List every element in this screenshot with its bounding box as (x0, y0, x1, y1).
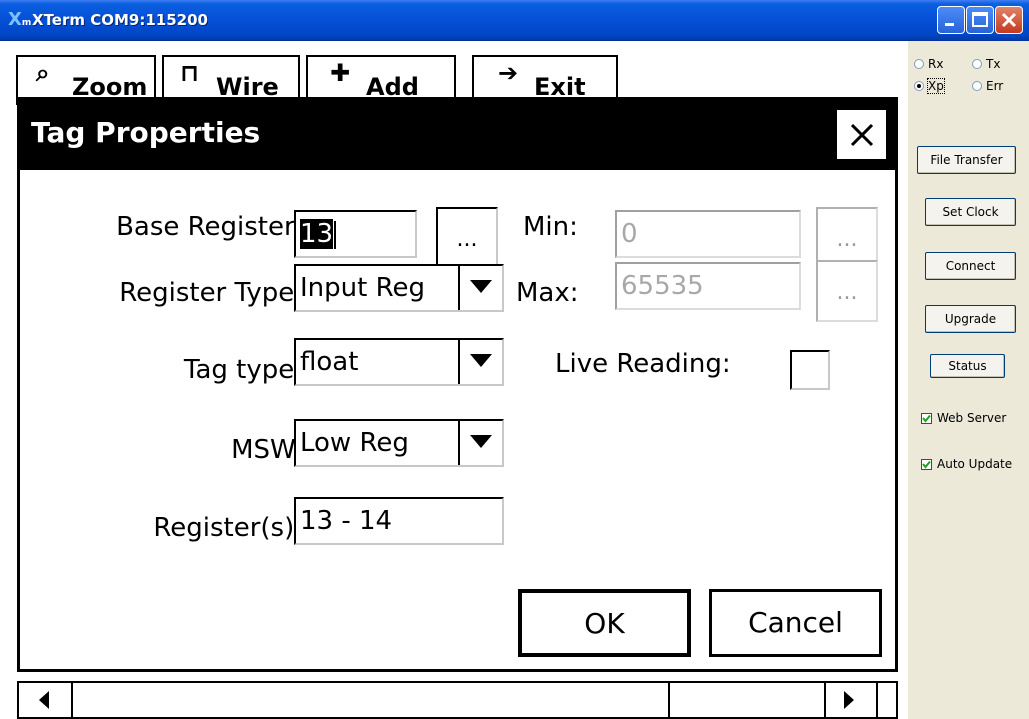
chevron-down-icon[interactable] (458, 340, 502, 384)
radio-tx[interactable]: Tx (972, 57, 1000, 71)
tag-type-value: float (300, 347, 359, 377)
maximize-icon (972, 12, 988, 27)
arrow-right-icon (844, 691, 854, 709)
dialog-close-button[interactable] (835, 108, 888, 161)
base-register-input[interactable]: 13 (294, 210, 417, 258)
max-label: Max: (516, 278, 579, 308)
live-reading-checkbox[interactable] (790, 350, 830, 390)
radio-selected-icon (914, 81, 924, 91)
registers-field: 13 - 14 (294, 497, 504, 545)
scrollbar-thumb[interactable] (73, 683, 670, 717)
app-icon: Xm (8, 9, 32, 30)
tag-properties-dialog: Tag Properties Base Register: 13 ... Min… (17, 97, 898, 672)
live-reading-label: Live Reading: (555, 349, 731, 379)
radio-icon (972, 59, 982, 69)
window-title-bar[interactable]: Xm XTerm COM9:115200 (0, 0, 1029, 41)
auto-update-checkbox[interactable]: Auto Update (921, 457, 1012, 471)
radio-err[interactable]: Err (972, 79, 1003, 93)
register-type-value: Input Reg (300, 273, 425, 303)
side-panel: Rx Tx Xp Err File Transfer Set Clock Con… (908, 41, 1029, 719)
radio-icon (972, 81, 982, 91)
max-input[interactable]: 65535 (615, 262, 801, 310)
checkbox-checked-icon (921, 459, 932, 470)
tag-type-label: Tag type: (183, 355, 303, 385)
file-transfer-button[interactable]: File Transfer (917, 146, 1016, 174)
set-clock-button[interactable]: Set Clock (925, 198, 1016, 226)
close-icon (850, 123, 874, 147)
status-button[interactable]: Status (930, 354, 1005, 378)
maximize-button[interactable] (966, 6, 994, 34)
min-input[interactable]: 0 (615, 210, 801, 258)
minimize-button[interactable] (937, 6, 965, 34)
magnifier-icon: ⌕ (36, 59, 50, 87)
scroll-right-button[interactable] (824, 683, 878, 717)
dialog-title: Tag Properties (31, 116, 261, 149)
horizontal-scrollbar[interactable] (17, 681, 898, 719)
connect-button[interactable]: Connect (925, 252, 1016, 280)
radio-rx[interactable]: Rx (914, 57, 943, 71)
radio-icon (914, 59, 924, 69)
min-label: Min: (523, 212, 578, 242)
msw-dropdown[interactable]: Low Reg (294, 419, 504, 467)
max-browse-button[interactable]: ... (816, 260, 878, 322)
register-type-label: Register Type: (119, 278, 303, 308)
chevron-down-icon[interactable] (458, 421, 502, 465)
close-icon (1001, 12, 1017, 28)
ok-button[interactable]: OK (518, 589, 691, 657)
max-value: 65535 (621, 271, 704, 301)
base-register-label: Base Register: (116, 212, 303, 242)
tag-type-dropdown[interactable]: float (294, 338, 504, 386)
plus-icon: ✚ (330, 59, 351, 87)
msw-label: MSW: (231, 435, 303, 465)
web-server-checkbox[interactable]: Web Server (921, 411, 1006, 425)
base-register-browse-button[interactable]: ... (436, 207, 498, 269)
cancel-button[interactable]: Cancel (709, 589, 882, 657)
window-title: XTerm COM9:115200 (32, 11, 208, 29)
registers-label: Register(s): (153, 513, 303, 543)
registers-value: 13 - 14 (300, 506, 393, 536)
arrow-right-icon: ➔ (498, 59, 519, 87)
register-type-dropdown[interactable]: Input Reg (294, 264, 504, 312)
min-value: 0 (621, 219, 638, 249)
scroll-left-button[interactable] (19, 683, 73, 717)
msw-value: Low Reg (300, 428, 409, 458)
base-register-value: 13 (300, 219, 334, 249)
minimize-icon (945, 23, 954, 26)
upgrade-button[interactable]: Upgrade (925, 305, 1016, 333)
checkbox-checked-icon (921, 413, 932, 424)
dialog-header: Tag Properties (20, 100, 895, 170)
text-caret (334, 220, 337, 249)
arrow-left-icon (39, 691, 49, 709)
close-window-button[interactable] (995, 6, 1023, 34)
chevron-down-icon[interactable] (458, 266, 502, 310)
radio-xp[interactable]: Xp (914, 78, 945, 94)
wire-icon: ⊓ (180, 59, 200, 87)
